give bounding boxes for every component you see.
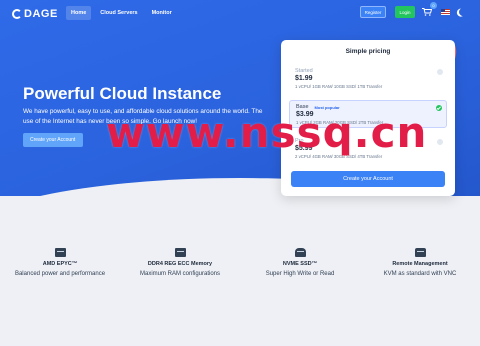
cpu-icon: [54, 248, 66, 257]
features-row: AMD EPYC™ Balanced power and performance…: [0, 248, 480, 277]
watermark: www.nssq.cn: [106, 108, 428, 157]
check-circle-icon[interactable]: [436, 105, 442, 111]
feature-title: DDR4 REG ECC Memory: [147, 261, 213, 267]
cart-count-badge: 0: [430, 2, 437, 9]
feature-description: KVM as standard with VNC: [383, 271, 457, 277]
nav-item-cloud-servers[interactable]: Cloud Servers: [95, 6, 142, 20]
ram-icon: [174, 248, 186, 257]
logo[interactable]: DAGE: [12, 8, 58, 20]
feature-item: AMD EPYC™ Balanced power and performance: [0, 248, 120, 277]
plan-started[interactable]: Started $1.99 1 vCPU/ 1GB RAM/ 10GB SSD/…: [289, 65, 447, 93]
pricing-title: Simple pricing: [345, 48, 391, 55]
feature-item: Remote Management KVM as standard with V…: [360, 248, 480, 277]
feature-item: NVME SSD™ Super High Write or Read: [240, 248, 360, 277]
feature-title: NVME SSD™: [282, 261, 318, 267]
plan-name: Started: [295, 68, 313, 74]
main-nav: Home Cloud Servers Monitor: [66, 6, 177, 20]
login-button[interactable]: Login: [395, 6, 415, 18]
feature-title: AMD EPYC™: [42, 261, 78, 267]
logo-icon: [12, 9, 22, 19]
feature-description: Super High Write or Read: [265, 271, 335, 277]
create-account-button[interactable]: Create your Account: [291, 171, 445, 187]
plan-price: $1.99: [295, 75, 313, 82]
hero-title: Powerful Cloud Instance: [23, 84, 222, 103]
feature-description: Balanced power and performance: [14, 271, 106, 277]
feature-description: Maximum RAM configurations: [139, 271, 221, 277]
feature-title: Remote Management: [392, 261, 448, 267]
radio-unchecked-icon[interactable]: [437, 139, 443, 145]
cart-icon[interactable]: [422, 8, 432, 16]
nav-item-monitor[interactable]: Monitor: [147, 6, 177, 20]
brand-name: DAGE: [24, 8, 58, 20]
nav-item-home[interactable]: Home: [66, 6, 92, 20]
hero-create-account-button[interactable]: Create your Account: [23, 133, 83, 147]
feature-item: DDR4 REG ECC Memory Maximum RAM configur…: [120, 248, 240, 277]
plan-specs: 1 vCPU/ 1GB RAM/ 10GB SSD/ 1TB Transfer: [295, 84, 383, 89]
radio-unchecked-icon[interactable]: [437, 69, 443, 75]
register-button[interactable]: Register: [360, 6, 386, 18]
server-icon: [414, 248, 426, 257]
us-flag-icon[interactable]: [441, 9, 450, 15]
ssd-icon: [294, 248, 306, 257]
